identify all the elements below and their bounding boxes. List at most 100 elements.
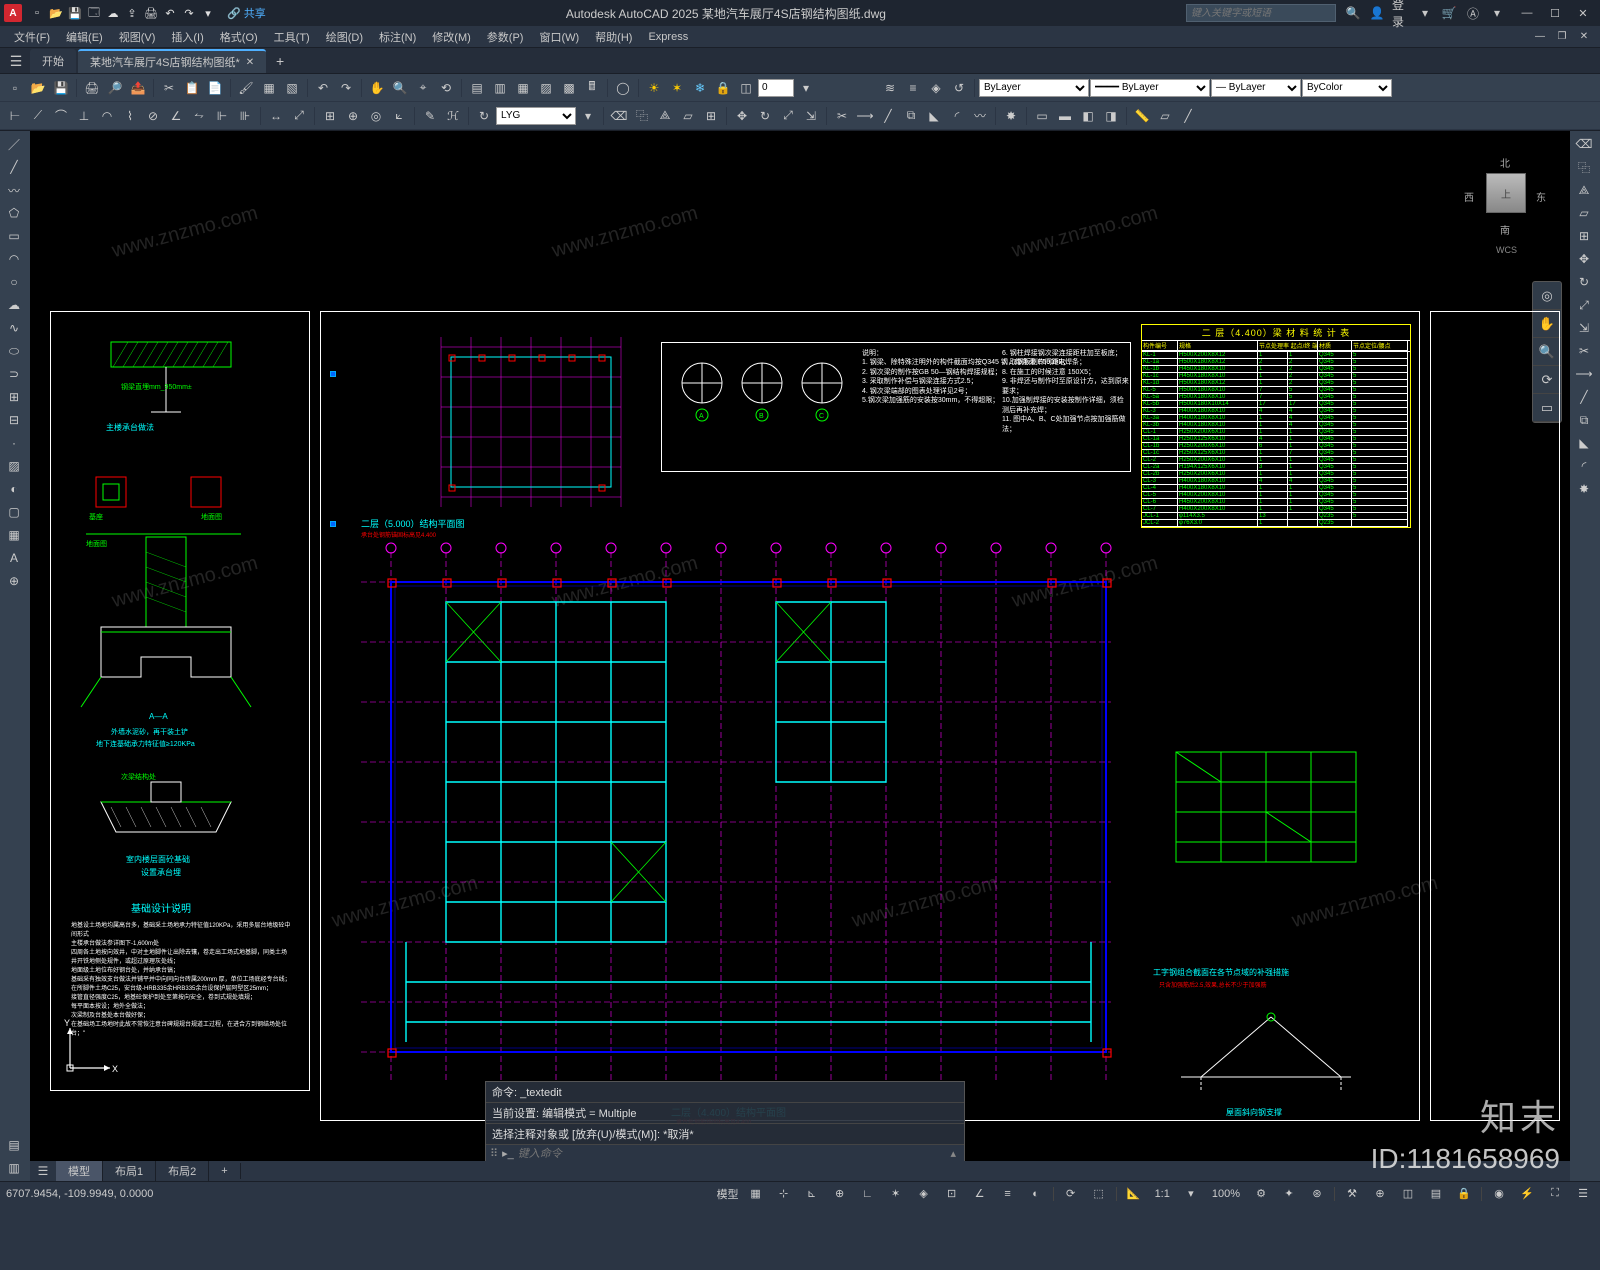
3dosnap-icon[interactable]: ⬚ [1088,1185,1110,1203]
revcloud-icon[interactable]: ☁ [2,294,26,316]
viewcube[interactable]: 上 北 南 西 东 WCS [1460,151,1550,241]
wheel-icon[interactable]: ◎ [1533,282,1561,310]
preview-icon[interactable]: 🔎 [104,77,126,99]
otrack-icon[interactable]: ∠ [969,1185,991,1203]
grip[interactable] [330,371,336,377]
chamfer-icon[interactable]: ◣ [923,105,945,127]
erase2-icon[interactable]: ⌫ [1572,133,1596,155]
offset2-icon[interactable]: ▱ [1572,202,1596,224]
minimize-button[interactable]: — [1514,4,1540,22]
sun-icon[interactable]: ☀ [643,77,665,99]
zoom-prev-icon[interactable]: ⟲ [435,77,457,99]
array-icon[interactable]: ⊞ [700,105,722,127]
xline-icon[interactable]: ╱ [1177,105,1199,127]
light-icon[interactable]: ✶ [666,77,688,99]
dim-diameter-icon[interactable]: ⊘ [142,105,164,127]
tab-layout1[interactable]: 布局1 [103,1161,156,1181]
command-input[interactable] [518,1147,947,1160]
menu-draw[interactable]: 绘图(D) [318,27,371,47]
block-edit-icon[interactable]: ▧ [281,77,303,99]
help-dropdown-icon[interactable]: ▾ [1488,4,1506,22]
plotstyle-combo[interactable]: ByColor [1302,79,1392,97]
color-combo[interactable]: ByLayer [979,79,1089,97]
doc-close-button[interactable]: ✕ [1574,29,1594,45]
pan-icon[interactable]: ✋ [366,77,388,99]
model-button[interactable]: 模型 [717,1185,739,1203]
annotation-visibility-icon[interactable]: ✦ [1278,1185,1300,1203]
dyn-icon[interactable]: ⊕ [829,1185,851,1203]
spline-icon[interactable]: ∿ [2,317,26,339]
chamfer2-icon[interactable]: ◣ [1572,432,1596,454]
circle-icon[interactable]: ○ [2,271,26,293]
layers-icon[interactable]: ≋ [879,77,901,99]
break-icon[interactable]: ╱ [877,105,899,127]
ucs-icon[interactable]: X Y [60,1018,120,1081]
hatch-icon[interactable]: ▨ [2,455,26,477]
app-menu-icon[interactable]: ☰ [4,49,28,73]
point-icon[interactable]: · [2,432,26,454]
menu-tools[interactable]: 工具(T) [266,27,318,47]
viewcube-east[interactable]: 东 [1536,189,1546,204]
dimstyle-dd-icon[interactable]: ▾ [577,105,599,127]
layout-menu-icon[interactable]: ☰ [30,1164,56,1178]
dim-radius-icon[interactable]: ◠ [96,105,118,127]
stretch2-icon[interactable]: ⇲ [1572,317,1596,339]
redo2-icon[interactable]: ↷ [335,77,357,99]
trim2-icon[interactable]: ✂ [1572,340,1596,362]
dim-aligned-icon[interactable]: ⟋ [27,105,49,127]
viewcube-west[interactable]: 西 [1464,189,1474,204]
area-icon[interactable]: ▱ [1154,105,1176,127]
layer-input[interactable] [758,79,794,97]
rotate-icon[interactable]: ↻ [754,105,776,127]
freeze-icon[interactable]: ❄ [689,77,711,99]
menu-edit[interactable]: 编辑(E) [58,27,111,47]
dim-break-icon[interactable]: ⤢ [288,105,310,127]
sheetset-icon[interactable]: ▨ [535,77,557,99]
extend-icon[interactable]: ⟶ [854,105,876,127]
layout-icon[interactable]: ▥ [2,1157,26,1179]
lock-icon[interactable]: 🔒 [712,77,734,99]
osnap-icon[interactable]: ⊡ [941,1185,963,1203]
scale-dropdown-icon[interactable]: ▾ [1180,1185,1202,1203]
match-icon[interactable]: 🖌 [235,77,257,99]
cmd-handle-icon[interactable]: ⠿ [490,1147,498,1160]
plot-icon[interactable]: 🖨 [142,4,160,22]
gear-icon[interactable]: ⚙ [1250,1185,1272,1203]
paste-icon[interactable]: 📄 [204,77,226,99]
saveas-icon[interactable]: 🗔 [85,4,103,22]
annotation-autoscale-icon[interactable]: ⊛ [1306,1185,1328,1203]
polygon-icon[interactable]: ⬠ [2,202,26,224]
layer-prev-icon[interactable]: ↺ [948,77,970,99]
menu-help[interactable]: 帮助(H) [587,27,640,47]
ellipse-icon[interactable]: ⬭ [2,340,26,362]
grip[interactable] [330,521,336,527]
open-icon[interactable]: 📂 [47,4,65,22]
zoom-icon[interactable]: 🔍 [389,77,411,99]
region-icon[interactable]: ▢ [2,501,26,523]
trim-icon[interactable]: ✂ [831,105,853,127]
copy3-icon[interactable]: ⿻ [1572,156,1596,178]
web-save-icon[interactable]: ⇪ [123,4,141,22]
save-icon[interactable]: 💾 [66,4,84,22]
tab-start[interactable]: 开始 [30,49,76,73]
blend-icon[interactable]: 〰 [969,105,991,127]
maximize-button[interactable]: ☐ [1542,4,1568,22]
scale-display[interactable]: 1:1 [1151,1185,1174,1203]
new-tab-button[interactable]: + [268,49,292,73]
mtext-icon[interactable]: A [2,547,26,569]
viewcube-face[interactable]: 上 [1486,173,1526,213]
clean-screen-icon[interactable]: ⛶ [1544,1185,1566,1203]
extend2-icon[interactable]: ⟶ [1572,363,1596,385]
publish-icon[interactable]: 📤 [127,77,149,99]
measure-icon[interactable]: 📏 [1131,105,1153,127]
dimstyle-combo[interactable]: LYG [496,107,576,125]
units-icon[interactable]: ◫ [1397,1185,1419,1203]
open-doc-icon[interactable]: 📂 [27,77,49,99]
share-button[interactable]: 🔗 共享 [227,5,266,21]
move2-icon[interactable]: ✥ [1572,248,1596,270]
dim-space-icon[interactable]: ↔ [265,105,287,127]
tpalette-icon[interactable]: ▦ [512,77,534,99]
app-logo[interactable]: A [4,4,22,22]
polar-icon[interactable]: ✶ [885,1185,907,1203]
tolerance-icon[interactable]: ⊞ [319,105,341,127]
